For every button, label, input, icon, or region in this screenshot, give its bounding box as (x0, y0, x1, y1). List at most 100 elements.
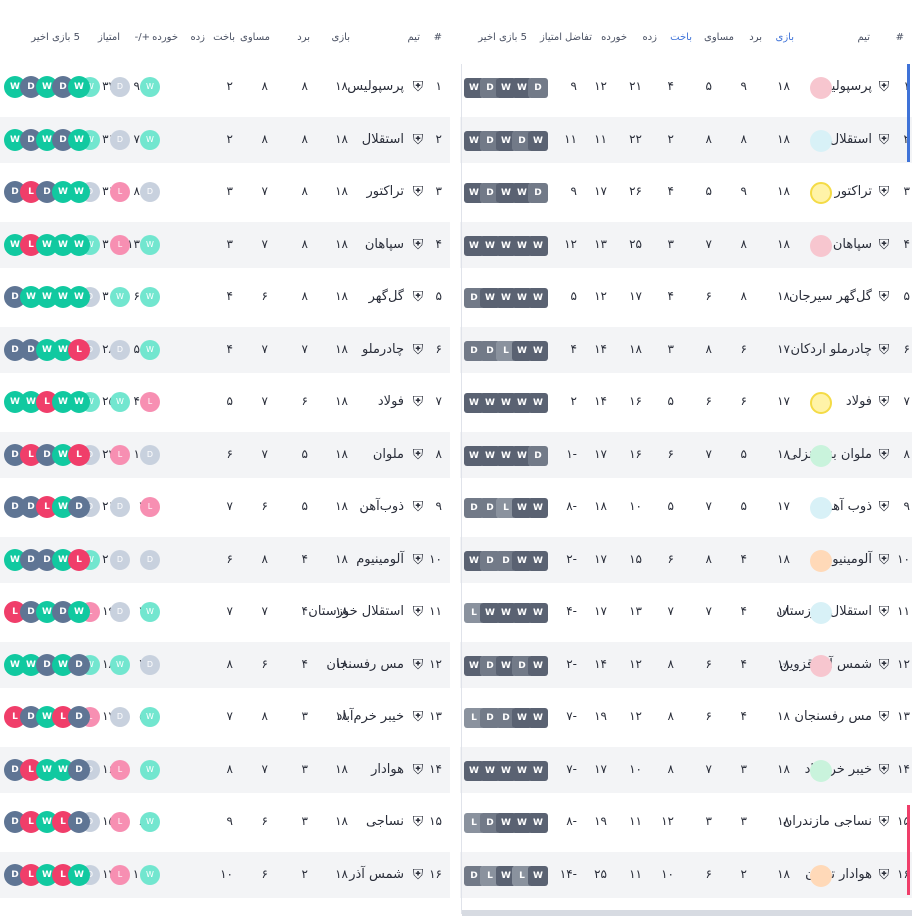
rank: ۶ (435, 341, 442, 356)
table-row[interactable]: ۷فولاد۱۸۶۷۵+۴۲۵⛨WWLWWLWW (0, 379, 450, 425)
table-row[interactable]: ۴سپاهان۱۸۸۷۳۲۵۱۳۱۲۳۱⛨WWWWW (460, 221, 912, 268)
header-played[interactable]: بازی (332, 32, 351, 43)
table-row[interactable]: ۲استقلال۱۸۸۸۲۲۲۱۱۱۱۳۲⛨WDWDW (460, 116, 912, 163)
header-rank: # (433, 32, 442, 43)
rank: ۴ (903, 236, 910, 251)
table-row[interactable]: ۳تراکتور۱۸۸۷۳+۸۳۱⛨DLDDLDWW (0, 169, 450, 215)
header-win[interactable]: برد (749, 32, 762, 43)
table-row[interactable]: ۸ملوان۱۸۵۷۶+۱۲۲⛨DLDDLDWL (0, 431, 450, 478)
form-win-icon: W (68, 391, 90, 413)
header-team[interactable]: تیم (858, 32, 870, 43)
table-row[interactable]: ۴سپاهان۱۸۸۷۳+۱۳۳۰⛨WLWWLWWW (0, 221, 450, 268)
header-ga[interactable]: خورده (601, 32, 627, 43)
team-crest-icon: ⛨ (412, 709, 424, 725)
horizontal-scrollbar[interactable] (462, 910, 912, 916)
recent-result-icon: D (140, 549, 160, 570)
table-row[interactable]: ۶چادرملو۱۸۷۷۴+۵۲۸⛨DDWDDWWL (0, 326, 450, 373)
table-row[interactable]: ۱۴خیبر خرم‌آباد۱۸۳۷۸۱۰۱۷-۷۱۶⛨WWWWW (460, 746, 912, 793)
form-win-icon: W (68, 76, 90, 98)
table-row[interactable]: ۱۵نساجی۱۸۳۶۹-۸۱۵⛨DLWDLWLD (0, 799, 450, 845)
header-win[interactable]: برد (297, 32, 310, 43)
table-row[interactable]: ۱پرسپولیس۱۸۸۸۲+۹۳۲⛨WDWWDWDW (0, 64, 450, 110)
played-count: ۱۸ (777, 814, 790, 828)
table-row[interactable]: ۹ذوب‌آهن۱۸۵۶۷-۲۲۱⛨DDLDDLWD (0, 484, 450, 530)
team-badge-icon (810, 129, 832, 152)
team-badge-icon (810, 549, 832, 572)
win-count: ۴ (740, 656, 747, 671)
table-row[interactable]: ۱۶شمس آذر۱۸۲۶۱۰-۱۰۱۲⛨DLWDLWLW (0, 851, 450, 898)
loss-count: ۶ (226, 551, 233, 566)
rank: ۱۳ (897, 709, 910, 723)
loss-count: ۳ (667, 236, 674, 251)
team-crest-icon: ⛨ (412, 289, 424, 305)
header-gf[interactable]: زده (190, 32, 205, 43)
recent-result-icon: W (140, 864, 160, 885)
team-crest-icon: ⛨ (878, 394, 890, 410)
table-row[interactable]: ۱۰آلومینیوم۱۸۴۸۶-۱۲۰⛨WDDWDDWL (0, 536, 450, 583)
goals-for: ۱۵ (629, 551, 642, 566)
loss-count: ۵ (667, 499, 674, 513)
header-team[interactable]: تیم (408, 32, 420, 43)
header-gd[interactable]: +/- (135, 32, 150, 43)
team-name: استقلال (361, 131, 404, 147)
recent-result-icon: W (140, 129, 160, 150)
played-count: ۱۸ (777, 866, 790, 881)
goals-against: ۱۴ (594, 656, 607, 671)
table-row[interactable]: ۲استقلال۱۸۸۸۲+۷۳۱⛨WDWWDWDW (0, 116, 450, 163)
played-count: ۱۸ (335, 866, 348, 881)
table-row[interactable]: ۷فولاد۱۷۶۶۵۱۶۱۴۲۲۴⛨WWWWW (460, 379, 912, 425)
header-draw[interactable]: مساوی (240, 32, 270, 43)
header-draw[interactable]: مساوی (704, 32, 734, 43)
header-played[interactable]: بازی (776, 32, 795, 43)
form-win-icon: W (528, 603, 548, 623)
form-win-icon: W (528, 130, 548, 151)
draw-count: ۵ (705, 184, 712, 198)
goals-against: ۱۴ (594, 394, 607, 408)
team-crest-icon: ⛨ (412, 236, 424, 253)
table-row[interactable]: ۱۲شمس آذر قزوین۱۸۴۶۸۱۲۱۴-۲۱۸⛨WDWDW (460, 641, 912, 688)
form-win-icon: W (528, 865, 548, 886)
header-pts[interactable]: امتیاز (540, 32, 562, 43)
header-gd[interactable]: تفاضل (565, 32, 592, 43)
table-row[interactable]: ۸ملوان بندرانزلی۱۸۵۷۶۱۶۱۷-۱۲۲⛨WWWWD (460, 431, 912, 478)
team-name: مس رفسنجان (794, 709, 872, 724)
table-row[interactable]: ۹ذوب آهن۱۷۵۷۵۱۰۱۸-۸۲۲⛨DDLWW (460, 484, 912, 530)
rank: ۱۵ (429, 814, 442, 828)
table-row[interactable]: ۱۵نساجی مازندران۱۸۳۳۱۲۱۱۱۹-۸۱۲⛨LDWWW (460, 799, 912, 845)
form-win-icon: W (68, 601, 90, 623)
table-row[interactable]: ۱۳خیبر خرم‌آباد۱۸۳۸۷-۵۱۷⛨LDWLDWLD (0, 694, 450, 740)
table-row[interactable]: ۶چادرملو اردکان۱۷۶۸۳۱۸۱۴۴۲۶⛨DDLWW (460, 326, 912, 373)
table-row[interactable]: ۳تراکتور۱۸۹۵۴۲۶۱۷۹۳۲⛨WDWWD (460, 169, 912, 215)
form-loss-icon: L (68, 548, 90, 571)
team-name: پرسپولیس (347, 79, 404, 94)
table-row[interactable]: ۵گل‌گهر سیرجان۱۸۸۶۴۱۷۱۲۵۳۰⛨DWWWW (460, 274, 912, 320)
played-count: ۱۸ (777, 236, 790, 251)
header-loss[interactable]: باخت (670, 32, 692, 43)
header-gf[interactable]: زده (642, 32, 657, 43)
rank: ۱ (435, 79, 442, 93)
loss-count: ۷ (667, 604, 674, 618)
team-crest-icon: ⛨ (878, 709, 890, 725)
header-loss[interactable]: باخت (213, 32, 235, 43)
header-pts[interactable]: امتیاز (98, 32, 120, 43)
table-row[interactable]: ۱۱استقلال خوزستان۱۸۴۷۷۱۳۱۷-۴۱۹⛨LWWWW (460, 589, 912, 635)
table-row[interactable]: ۱پرسپولیس۱۸۹۵۴۲۱۱۲۹۳۲⛨WDWWD (460, 64, 912, 110)
win-count: ۴ (301, 551, 308, 566)
table-row[interactable]: ۵گل‌گهر۱۸۸۶۴+۶۳۰⛨DWWDWWWW (0, 274, 450, 320)
rank: ۱۴ (897, 761, 910, 776)
table-row[interactable]: ۱۲مس رفسنجان۱۸۴۶۸-۴۱۸⛨WWDWWDWD (0, 641, 450, 688)
recent-result-icon: L (110, 182, 130, 202)
table-row[interactable]: ۱۱استقلال خوزستان۱۸۴۷۷-۳۱۹⛨LDWLDWDW (0, 589, 450, 635)
goals-against: ۲۵ (594, 866, 607, 881)
table-row[interactable]: ۱۶هوادار تهران۱۸۲۶۱۰۱۱۲۵-۱۴۱۲⛨DLWLW (460, 851, 912, 898)
recent-result-icon: W (140, 77, 160, 97)
table-row[interactable]: ۱۴هوادار۱۸۳۷۸-۶۱۶⛨DLWDLWWD (0, 746, 450, 793)
goals-for: ۱۱ (629, 814, 642, 828)
goal-difference: -۲ (566, 551, 577, 566)
header-ga[interactable]: خورده (152, 32, 178, 43)
team-name: استقلال (829, 131, 872, 147)
table-row[interactable]: ۱۰آلومینیوم۱۸۴۸۶۱۵۱۷-۲۲۰⛨WDDWW (460, 536, 912, 583)
table-row[interactable]: ۱۳مس رفسنجان۱۸۴۶۸۱۲۱۹-۷۱۸⛨LDDWW (460, 694, 912, 740)
form-win-icon: W (528, 760, 548, 781)
promotion-indicator (907, 64, 910, 162)
